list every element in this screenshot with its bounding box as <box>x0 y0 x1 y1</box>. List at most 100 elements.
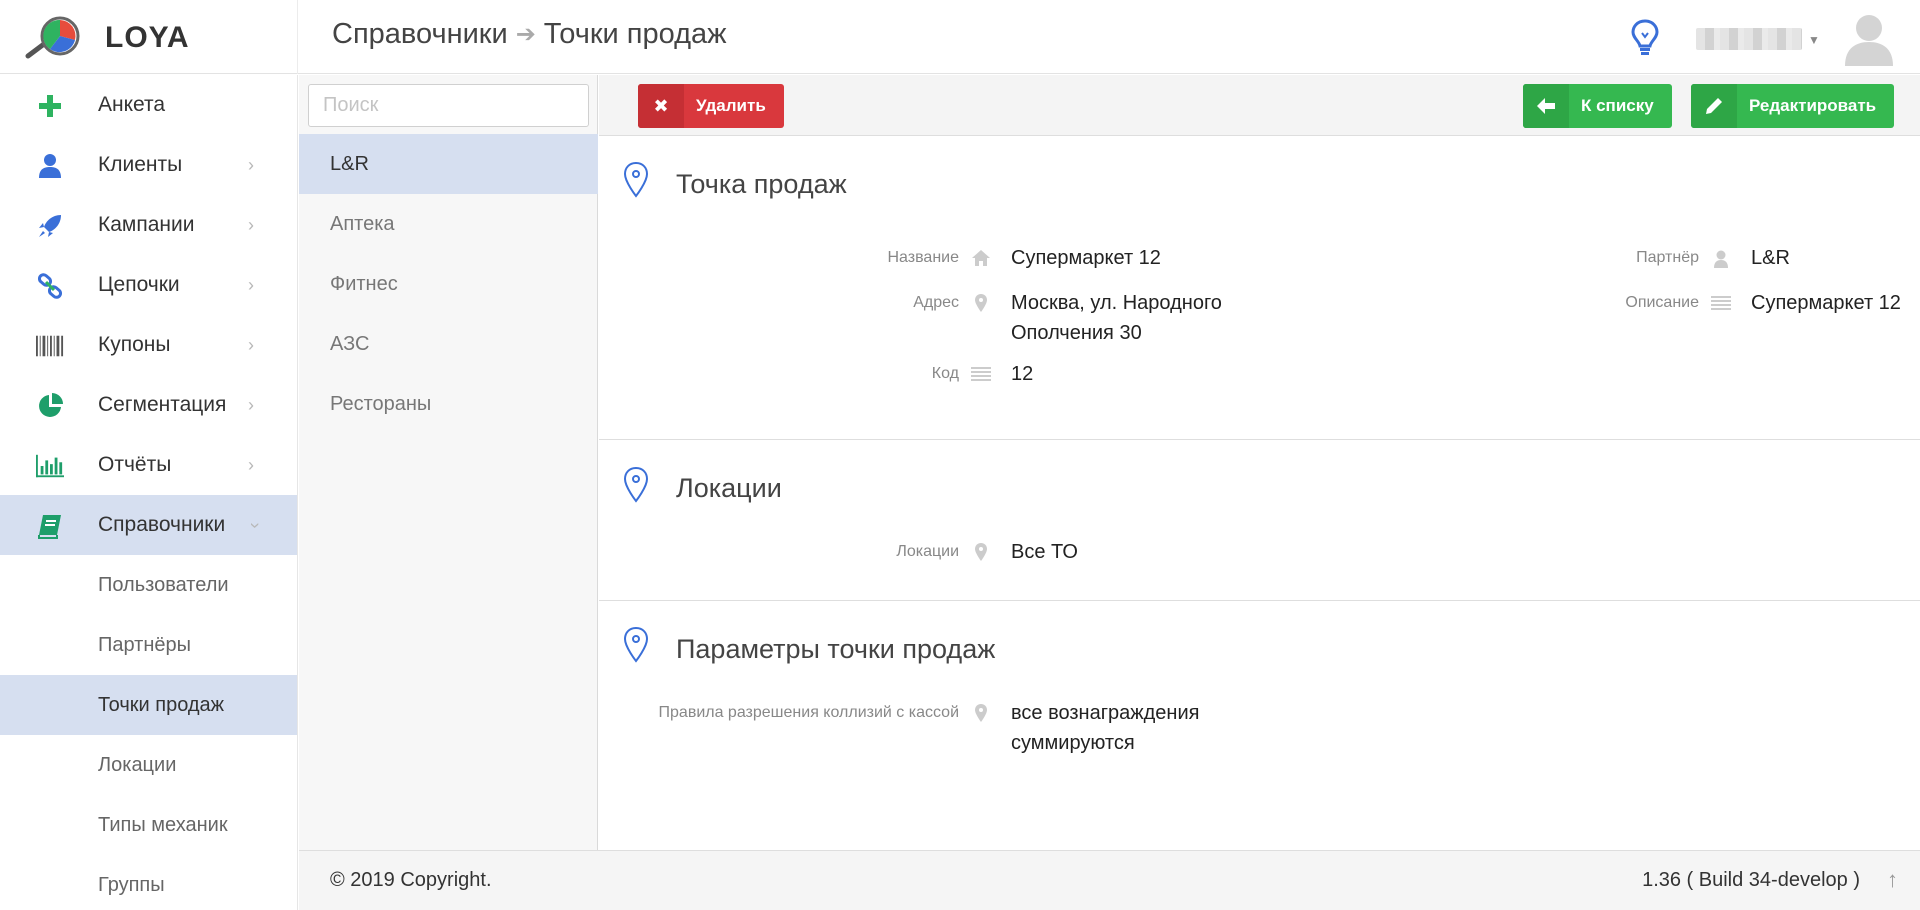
sidebar-subitem-label: Локации <box>98 753 177 776</box>
delete-button-label: Удалить <box>696 96 766 115</box>
sidebar-subitem-locations[interactable]: Локации <box>0 735 297 795</box>
scroll-top-icon[interactable]: ↑ <box>1887 867 1898 893</box>
value-line-1: все вознаграждения <box>1011 702 1200 724</box>
build-version: 1.36 ( Build 34-develop ) <box>1642 869 1860 891</box>
sidebar-item-label: Сегментация <box>98 393 227 416</box>
search-input[interactable] <box>308 84 589 127</box>
sidebar-subitem-users[interactable]: Пользователи <box>0 555 297 615</box>
back-to-list-button[interactable]: К списку <box>1523 84 1672 128</box>
avatar-icon[interactable] <box>1842 10 1896 66</box>
chevron-right-icon: › <box>248 454 254 475</box>
lines-icon <box>969 367 993 383</box>
list-item[interactable]: Рестораны <box>299 374 598 434</box>
sidebar: Анкета Клиенты › Кампании › Цепочки › Ку… <box>0 75 298 910</box>
breadcrumb-root[interactable]: Справочники <box>332 18 508 51</box>
close-icon: ✖ <box>638 84 684 128</box>
map-marker-icon <box>969 704 993 722</box>
lightbulb-icon[interactable] <box>1630 18 1660 58</box>
list-item[interactable]: L&R <box>299 134 598 194</box>
user-menu-caret-icon[interactable]: ▼ <box>1808 33 1820 47</box>
map-pin-icon <box>623 466 649 503</box>
field-value: 12 <box>1011 363 1034 385</box>
sidebar-item-reports[interactable]: Отчёты › <box>0 435 297 495</box>
map-pin-icon <box>623 161 649 198</box>
map-pin-icon <box>623 626 649 663</box>
field-label: Описание <box>1625 294 1699 311</box>
person-icon <box>1709 250 1733 268</box>
toolbar: ✖ Удалить К списку Редактировать <box>599 75 1920 136</box>
sidebar-subitem-label: Группы <box>98 873 165 896</box>
home-icon <box>969 250 993 266</box>
field-locations: Локации Все ТО <box>599 537 1078 567</box>
chevron-down-icon: › <box>245 522 266 528</box>
logo-icon <box>25 16 80 59</box>
sidebar-item-chains[interactable]: Цепочки › <box>0 255 297 315</box>
logo-area[interactable]: LOYA <box>0 0 298 74</box>
section-title: Параметры точки продаж <box>676 634 996 664</box>
map-marker-icon <box>969 543 993 561</box>
field-name: Название Супермаркет 12 <box>599 243 1161 273</box>
sidebar-subitem-mechanic-types[interactable]: Типы механик <box>0 795 297 855</box>
field-description: Описание Супермаркет 12 <box>1599 288 1901 318</box>
field-value: все вознаграждения суммируются <box>1011 698 1199 758</box>
barcode-icon <box>36 333 64 359</box>
sidebar-item-label: Цепочки <box>98 273 180 296</box>
sidebar-subitem-label: Пользователи <box>98 573 229 596</box>
link-icon <box>36 273 64 299</box>
chevron-right-icon: › <box>248 274 254 295</box>
sidebar-item-label: Купоны <box>98 333 171 356</box>
section-title: Локации <box>676 473 782 503</box>
field-value: Все ТО <box>1011 541 1078 563</box>
field-partner: Партнёр L&R <box>1599 243 1790 273</box>
book-icon <box>36 513 64 539</box>
pie-icon <box>36 393 64 419</box>
address-line-1: Москва, ул. Народного <box>1011 292 1222 314</box>
sidebar-subitem-label: Типы механик <box>98 813 228 836</box>
lines-icon <box>1709 296 1733 312</box>
field-value: Супермаркет 12 <box>1751 292 1901 314</box>
breadcrumb: Справочники ➔ Точки продаж <box>332 18 727 51</box>
field-label: Название <box>887 249 960 266</box>
footer: © 2019 Copyright. 1.36 ( Build 34-develo… <box>299 850 1920 910</box>
user-name-blurred[interactable] <box>1696 28 1802 50</box>
chevron-right-icon: › <box>248 334 254 355</box>
sidebar-subitem-sales-points[interactable]: Точки продаж <box>0 675 297 735</box>
back-button-label: К списку <box>1581 96 1654 115</box>
entity-list: L&R Аптека Фитнес АЗС Рестораны <box>299 134 598 434</box>
chevron-right-icon: › <box>248 214 254 235</box>
sidebar-item-coupons[interactable]: Купоны › <box>0 315 297 375</box>
list-item[interactable]: АЗС <box>299 314 598 374</box>
section-params: Параметры точки продаж Правила разрешени… <box>599 602 1920 850</box>
field-label: Правила разрешения коллизий с кассой <box>658 704 959 721</box>
edit-button[interactable]: Редактировать <box>1691 84 1895 128</box>
field-value: Супермаркет 12 <box>1011 247 1161 269</box>
sidebar-item-campaigns[interactable]: Кампании › <box>0 195 297 255</box>
field-label: Адрес <box>913 294 959 311</box>
plus-icon <box>36 93 64 119</box>
field-value: Москва, ул. Народного Ополчения 30 <box>1011 288 1222 348</box>
section-sales-point: Точка продаж Название Супермаркет 12 Адр… <box>599 137 1920 440</box>
sidebar-item-label: Анкета <box>98 93 166 116</box>
edit-button-label: Редактировать <box>1749 96 1877 115</box>
top-header: LOYA Справочники ➔ Точки продаж ▼ <box>0 0 1920 74</box>
field-label: Код <box>931 365 959 382</box>
sidebar-item-segmentation[interactable]: Сегментация › <box>0 375 297 435</box>
sidebar-subitem-label: Партнёры <box>98 633 192 656</box>
section-title: Точка продаж <box>676 169 847 199</box>
copyright-text: © 2019 Copyright. <box>330 869 492 891</box>
sidebar-item-anketa[interactable]: Анкета <box>0 75 297 135</box>
pencil-icon <box>1691 84 1737 128</box>
sidebar-item-references[interactable]: Справочники › <box>0 495 297 555</box>
map-marker-icon <box>969 294 993 312</box>
sidebar-item-clients[interactable]: Клиенты › <box>0 135 297 195</box>
sidebar-subitem-partners[interactable]: Партнёры <box>0 615 297 675</box>
list-item[interactable]: Фитнес <box>299 254 598 314</box>
user-icon <box>36 153 64 179</box>
delete-button[interactable]: ✖ Удалить <box>638 84 784 128</box>
value-line-2: суммируются <box>1011 732 1135 754</box>
sidebar-subitem-groups[interactable]: Группы <box>0 855 297 910</box>
sidebar-item-label: Кампании <box>98 213 195 236</box>
bar-chart-icon <box>36 453 64 479</box>
list-item[interactable]: Аптека <box>299 194 598 254</box>
field-collision-rules: Правила разрешения коллизий с кассой все… <box>599 698 1200 758</box>
